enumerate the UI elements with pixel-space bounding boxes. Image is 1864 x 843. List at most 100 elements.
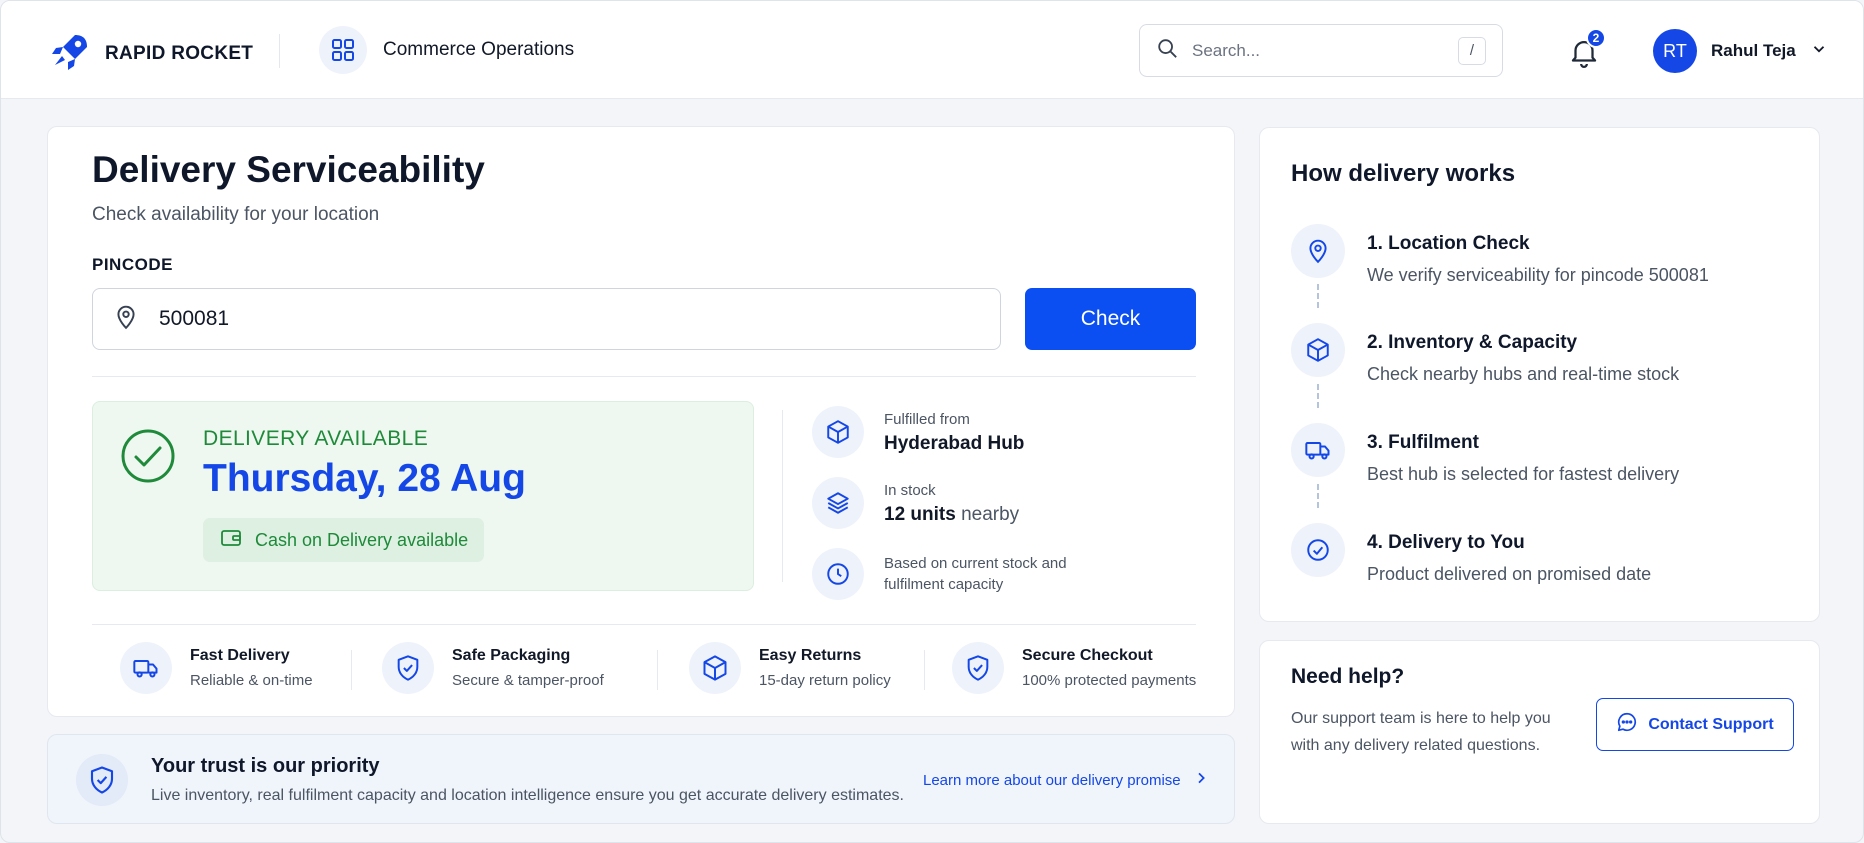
shield-check-icon	[952, 642, 1004, 694]
contact-support-label: Contact Support	[1648, 715, 1774, 733]
feature-title: Secure Checkout	[1022, 647, 1153, 664]
pincode-label: PINCODE	[92, 255, 173, 274]
delivery-promise-link[interactable]: Learn more about our delivery promise	[923, 770, 1209, 790]
feature-title: Safe Packaging	[452, 647, 571, 664]
feature-easy-returns: Easy Returns 15-day return policy	[689, 642, 891, 694]
grid-icon	[319, 26, 367, 74]
step-location-check: 1. Location Check We verify serviceabili…	[1291, 224, 1709, 286]
fulfilled-hub: Hyderabad Hub	[884, 433, 1025, 454]
estimate-basis: Based on current stock and fulfilment ca…	[812, 548, 1067, 600]
module-name: Commerce Operations	[383, 39, 575, 60]
top-header: RAPID ROCKET Commerce Operations Search.…	[1, 1, 1863, 99]
wallet-icon	[219, 526, 243, 555]
check-button[interactable]: Check	[1025, 288, 1196, 350]
feature-fast-delivery: Fast Delivery Reliable & on-time	[120, 642, 313, 694]
trust-subtitle: Live inventory, real fulfilment capacity…	[151, 787, 904, 804]
how-delivery-works-card: How delivery works 1. Location Check We …	[1259, 127, 1820, 622]
truck-icon	[1291, 423, 1345, 477]
fulfilled-label: Fulfilled from	[884, 411, 970, 428]
delivery-result: DELIVERY AVAILABLE Thursday, 28 Aug Cash…	[92, 401, 754, 591]
cod-badge: Cash on Delivery available	[203, 518, 485, 562]
search-icon	[1156, 37, 1178, 64]
step-title: 2. Inventory & Capacity	[1367, 332, 1578, 353]
contact-support-button[interactable]: Contact Support	[1596, 698, 1794, 751]
pincode-field[interactable]	[92, 288, 1001, 350]
step-description: Product delivered on promised date	[1367, 564, 1652, 584]
search-box[interactable]: Search... /	[1139, 24, 1503, 77]
box-icon	[812, 406, 864, 458]
brand[interactable]: RAPID ROCKET	[51, 31, 253, 76]
location-pin-icon	[113, 304, 139, 335]
step-description: Check nearby hubs and real-time stock	[1367, 364, 1680, 384]
truck-icon	[120, 642, 172, 694]
module-switcher[interactable]: Commerce Operations	[319, 26, 574, 74]
step-title: 4. Delivery to You	[1367, 532, 1525, 553]
shield-check-icon	[382, 642, 434, 694]
feature-secure-checkout: Secure Checkout 100% protected payments	[952, 642, 1196, 694]
step-fulfilment: 3. Fulfilment Best hub is selected for f…	[1291, 423, 1679, 485]
shield-check-icon	[76, 754, 128, 806]
stock-count: 12 units	[884, 504, 956, 525]
stock-suffix: nearby	[955, 504, 1020, 525]
check-circle-icon	[120, 428, 176, 489]
search-shortcut-key: /	[1458, 36, 1486, 65]
feature-subtitle: Secure & tamper-proof	[452, 672, 604, 689]
layers-icon	[812, 477, 864, 529]
cod-text: Cash on Delivery available	[255, 529, 469, 550]
page-title: Delivery Serviceability	[92, 149, 485, 190]
search-input[interactable]: Search...	[1192, 41, 1458, 61]
feature-safe-packaging: Safe Packaging Secure & tamper-proof	[382, 642, 604, 694]
basis-line-1: Based on current stock and	[884, 555, 1067, 572]
how-title: How delivery works	[1291, 160, 1516, 187]
help-title: Need help?	[1291, 665, 1405, 688]
step-connector	[1317, 484, 1319, 508]
stock-value: 12 units nearby	[884, 504, 1019, 526]
help-description: Our support team is here to help you wit…	[1291, 710, 1551, 754]
trust-title: Your trust is our priority	[151, 755, 380, 777]
help-card: Need help? Our support team is here to h…	[1259, 640, 1820, 824]
feature-title: Fast Delivery	[190, 647, 290, 664]
box-icon	[689, 642, 741, 694]
header-divider	[279, 34, 280, 68]
user-name: Rahul Teja	[1711, 41, 1796, 60]
step-description: We verify serviceability for pincode 500…	[1367, 265, 1709, 285]
stock-info: In stock 12 units nearby	[812, 477, 1019, 529]
location-pin-icon	[1291, 224, 1345, 278]
step-connector	[1317, 384, 1319, 408]
stock-label: In stock	[884, 482, 936, 499]
feature-subtitle: 15-day return policy	[759, 672, 891, 689]
brand-name: RAPID ROCKET	[105, 42, 254, 64]
check-circle-icon	[1291, 523, 1345, 577]
step-title: 3. Fulfilment	[1367, 432, 1479, 453]
link-text: Learn more about our delivery promise	[923, 771, 1181, 789]
pincode-input[interactable]	[159, 307, 859, 331]
step-connector	[1317, 284, 1319, 308]
feature-divider	[351, 650, 352, 690]
feature-subtitle: 100% protected payments	[1022, 672, 1197, 689]
chat-bubble-icon	[1616, 711, 1638, 738]
chevron-down-icon	[1810, 40, 1828, 63]
delivery-status: DELIVERY AVAILABLE	[203, 427, 429, 450]
trust-banner: Your trust is our priority Live inventor…	[47, 734, 1235, 824]
clock-icon	[812, 548, 864, 600]
app-window: RAPID ROCKET Commerce Operations Search.…	[0, 0, 1864, 843]
fulfilled-from: Fulfilled from Hyderabad Hub	[812, 406, 1024, 458]
feature-divider	[657, 650, 658, 690]
serviceability-card: Delivery Serviceability Check availabili…	[47, 126, 1235, 717]
page-subtitle: Check availability for your location	[92, 204, 380, 225]
step-delivery-to-you: 4. Delivery to You Product delivered on …	[1291, 523, 1651, 585]
divider	[92, 376, 1196, 377]
user-menu[interactable]: RT Rahul Teja	[1653, 29, 1828, 73]
chevron-right-icon	[1193, 770, 1209, 790]
rocket-logo-icon	[51, 31, 91, 76]
notification-badge: 2	[1586, 28, 1606, 48]
vertical-divider	[782, 410, 783, 582]
delivery-date: Thursday, 28 Aug	[203, 457, 526, 500]
avatar: RT	[1653, 29, 1697, 73]
feature-title: Easy Returns	[759, 647, 862, 664]
step-description: Best hub is selected for fastest deliver…	[1367, 464, 1680, 484]
box-icon	[1291, 323, 1345, 377]
divider	[92, 624, 1196, 625]
step-title: 1. Location Check	[1367, 233, 1530, 254]
step-inventory-capacity: 2. Inventory & Capacity Check nearby hub…	[1291, 323, 1679, 385]
